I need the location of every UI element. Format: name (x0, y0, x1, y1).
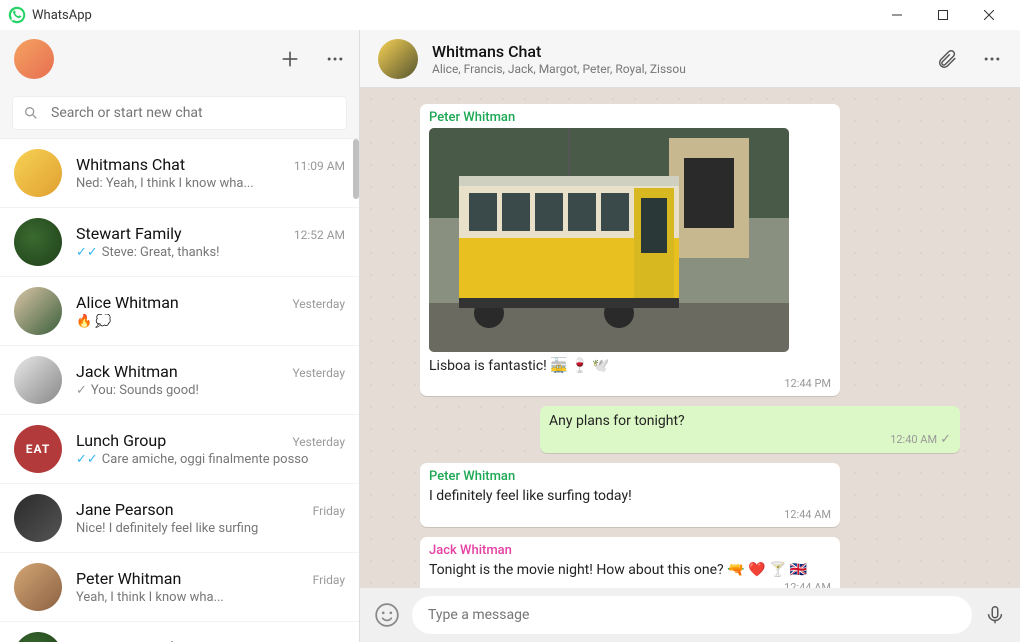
message-time: 12:40 AM✓ (549, 432, 951, 447)
titlebar: WhatsApp (0, 0, 1020, 30)
chat-time: Friday (313, 573, 345, 587)
chat-preview: Ned: Yeah, I think I know wha... (76, 176, 345, 191)
chat-list-item[interactable]: Stewart Family 12:52 AM ✓✓ Steve: Great, t… (0, 208, 359, 277)
messages-pane: Peter Whitman Lisboa is fantastic! 🚋 🍷 🕊… (360, 88, 1020, 588)
message-input[interactable] (412, 596, 972, 634)
chat-time: 11:09 AM (294, 159, 345, 173)
chat-avatar (14, 218, 62, 266)
message-time: 12:44 AM (429, 508, 831, 521)
chat-name: Alice Whitman (76, 293, 179, 312)
chat-name: Peter Whitman (76, 569, 181, 588)
chat-preview: Nice! I definitely feel like surfing (76, 521, 345, 536)
message-text: I definitely feel like surfing today! (429, 487, 831, 505)
message-outgoing[interactable]: Any plans for tonight? 12:40 AM✓ (540, 406, 960, 453)
chat-avatar (14, 563, 62, 611)
chat-name: Whitmans Chat (76, 155, 185, 174)
chat-avatar: EAT (14, 425, 62, 473)
chat-avatar[interactable] (378, 39, 418, 79)
chat-name: Lunch Group (76, 431, 166, 450)
message-time: 12:44 PM (429, 377, 831, 390)
message-sender: Peter Whitman (429, 110, 831, 125)
message-incoming[interactable]: Peter Whitman I definitely feel like surf… (420, 463, 840, 526)
composer (360, 588, 1020, 642)
scrollbar-thumb[interactable] (353, 139, 359, 199)
message-sender: Peter Whitman (429, 469, 831, 484)
chat-list-item[interactable]: Stewart FamilyFriday✓✓ Steve: Great, tha… (0, 622, 359, 642)
close-button[interactable] (966, 0, 1012, 30)
chat-list-item[interactable]: Alice Whitman Yesterday 🔥 💭 (0, 277, 359, 346)
chat-avatar (14, 632, 62, 642)
chat-time: 12:52 AM (294, 228, 345, 242)
chat-preview: Yeah, I think I know wha... (76, 590, 345, 605)
chat-members: Alice, Francis, Jack, Margot, Peter, Roy… (432, 62, 686, 76)
sidebar-header (0, 30, 359, 88)
whatsapp-logo-icon (8, 6, 26, 24)
chat-preview: ✓ You: Sounds good! (76, 383, 345, 398)
message-time: 12:44 AM (429, 581, 831, 588)
sidebar: Whitmans Chat 11:09 AM Ned: Yeah, I think … (0, 30, 360, 642)
new-chat-icon[interactable] (279, 48, 301, 70)
chat-header: Whitmans Chat Alice, Francis, Jack, Marg… (360, 30, 1020, 88)
chat-preview: ✓✓ Steve: Great, thanks! (76, 245, 345, 260)
chat-avatar (14, 287, 62, 335)
mic-icon[interactable] (984, 604, 1006, 626)
chat-name: Jack Whitman (76, 362, 178, 381)
message-text: Any plans for tonight? (549, 412, 951, 430)
attach-icon[interactable] (936, 48, 958, 70)
chat-name: Stewart Family (76, 224, 182, 243)
maximize-button[interactable] (920, 0, 966, 30)
chat-time: Yesterday (292, 366, 345, 380)
message-text: Tonight is the movie night! How about th… (429, 561, 831, 579)
chat-time: Yesterday (292, 435, 345, 449)
search-icon (23, 105, 39, 121)
conversation-panel: Whitmans Chat Alice, Francis, Jack, Marg… (360, 30, 1020, 642)
message-sender: Jack Whitman (429, 543, 831, 558)
chat-time: Friday (313, 504, 345, 518)
chat-name: Jane Pearson (76, 500, 174, 519)
user-avatar[interactable] (14, 39, 54, 79)
emoji-icon[interactable] (374, 602, 400, 628)
chat-list-item[interactable]: Jane Pearson Friday Nice! I definitely fee… (0, 484, 359, 553)
menu-icon[interactable] (325, 49, 345, 69)
chat-preview: ✓✓ Care amiche, oggi finalmente posso (76, 452, 345, 467)
chat-time: Yesterday (292, 297, 345, 311)
chat-list-item[interactable]: Peter Whitman Friday Yeah, I think I know … (0, 553, 359, 622)
search-container (0, 88, 359, 139)
chat-menu-icon[interactable] (982, 49, 1002, 69)
chat-list-item[interactable]: Jack Whitman Yesterday ✓ You: Sounds good! (0, 346, 359, 415)
chat-avatar (14, 149, 62, 197)
chat-avatar (14, 356, 62, 404)
chat-name: Stewart Family (76, 638, 182, 642)
message-image[interactable] (429, 128, 789, 352)
chat-list: Whitmans Chat 11:09 AM Ned: Yeah, I think … (0, 139, 359, 642)
chat-list-item[interactable]: EAT Lunch Group Yesterday ✓✓ Care amiche, o… (0, 415, 359, 484)
minimize-button[interactable] (874, 0, 920, 30)
message-text: Lisboa is fantastic! 🚋 🍷 🕊️ (429, 357, 831, 375)
message-incoming[interactable]: Jack Whitman Tonight is the movie night! … (420, 537, 840, 588)
search-input[interactable] (51, 105, 336, 121)
message-incoming[interactable]: Peter Whitman Lisboa is fantastic! 🚋 🍷 🕊… (420, 104, 840, 396)
chat-preview: 🔥 💭 (76, 314, 345, 329)
chat-avatar (14, 494, 62, 542)
chat-list-item[interactable]: Whitmans Chat 11:09 AM Ned: Yeah, I think … (0, 139, 359, 208)
search-box[interactable] (12, 96, 347, 130)
app-title: WhatsApp (32, 8, 92, 23)
chat-title: Whitmans Chat (432, 42, 686, 61)
